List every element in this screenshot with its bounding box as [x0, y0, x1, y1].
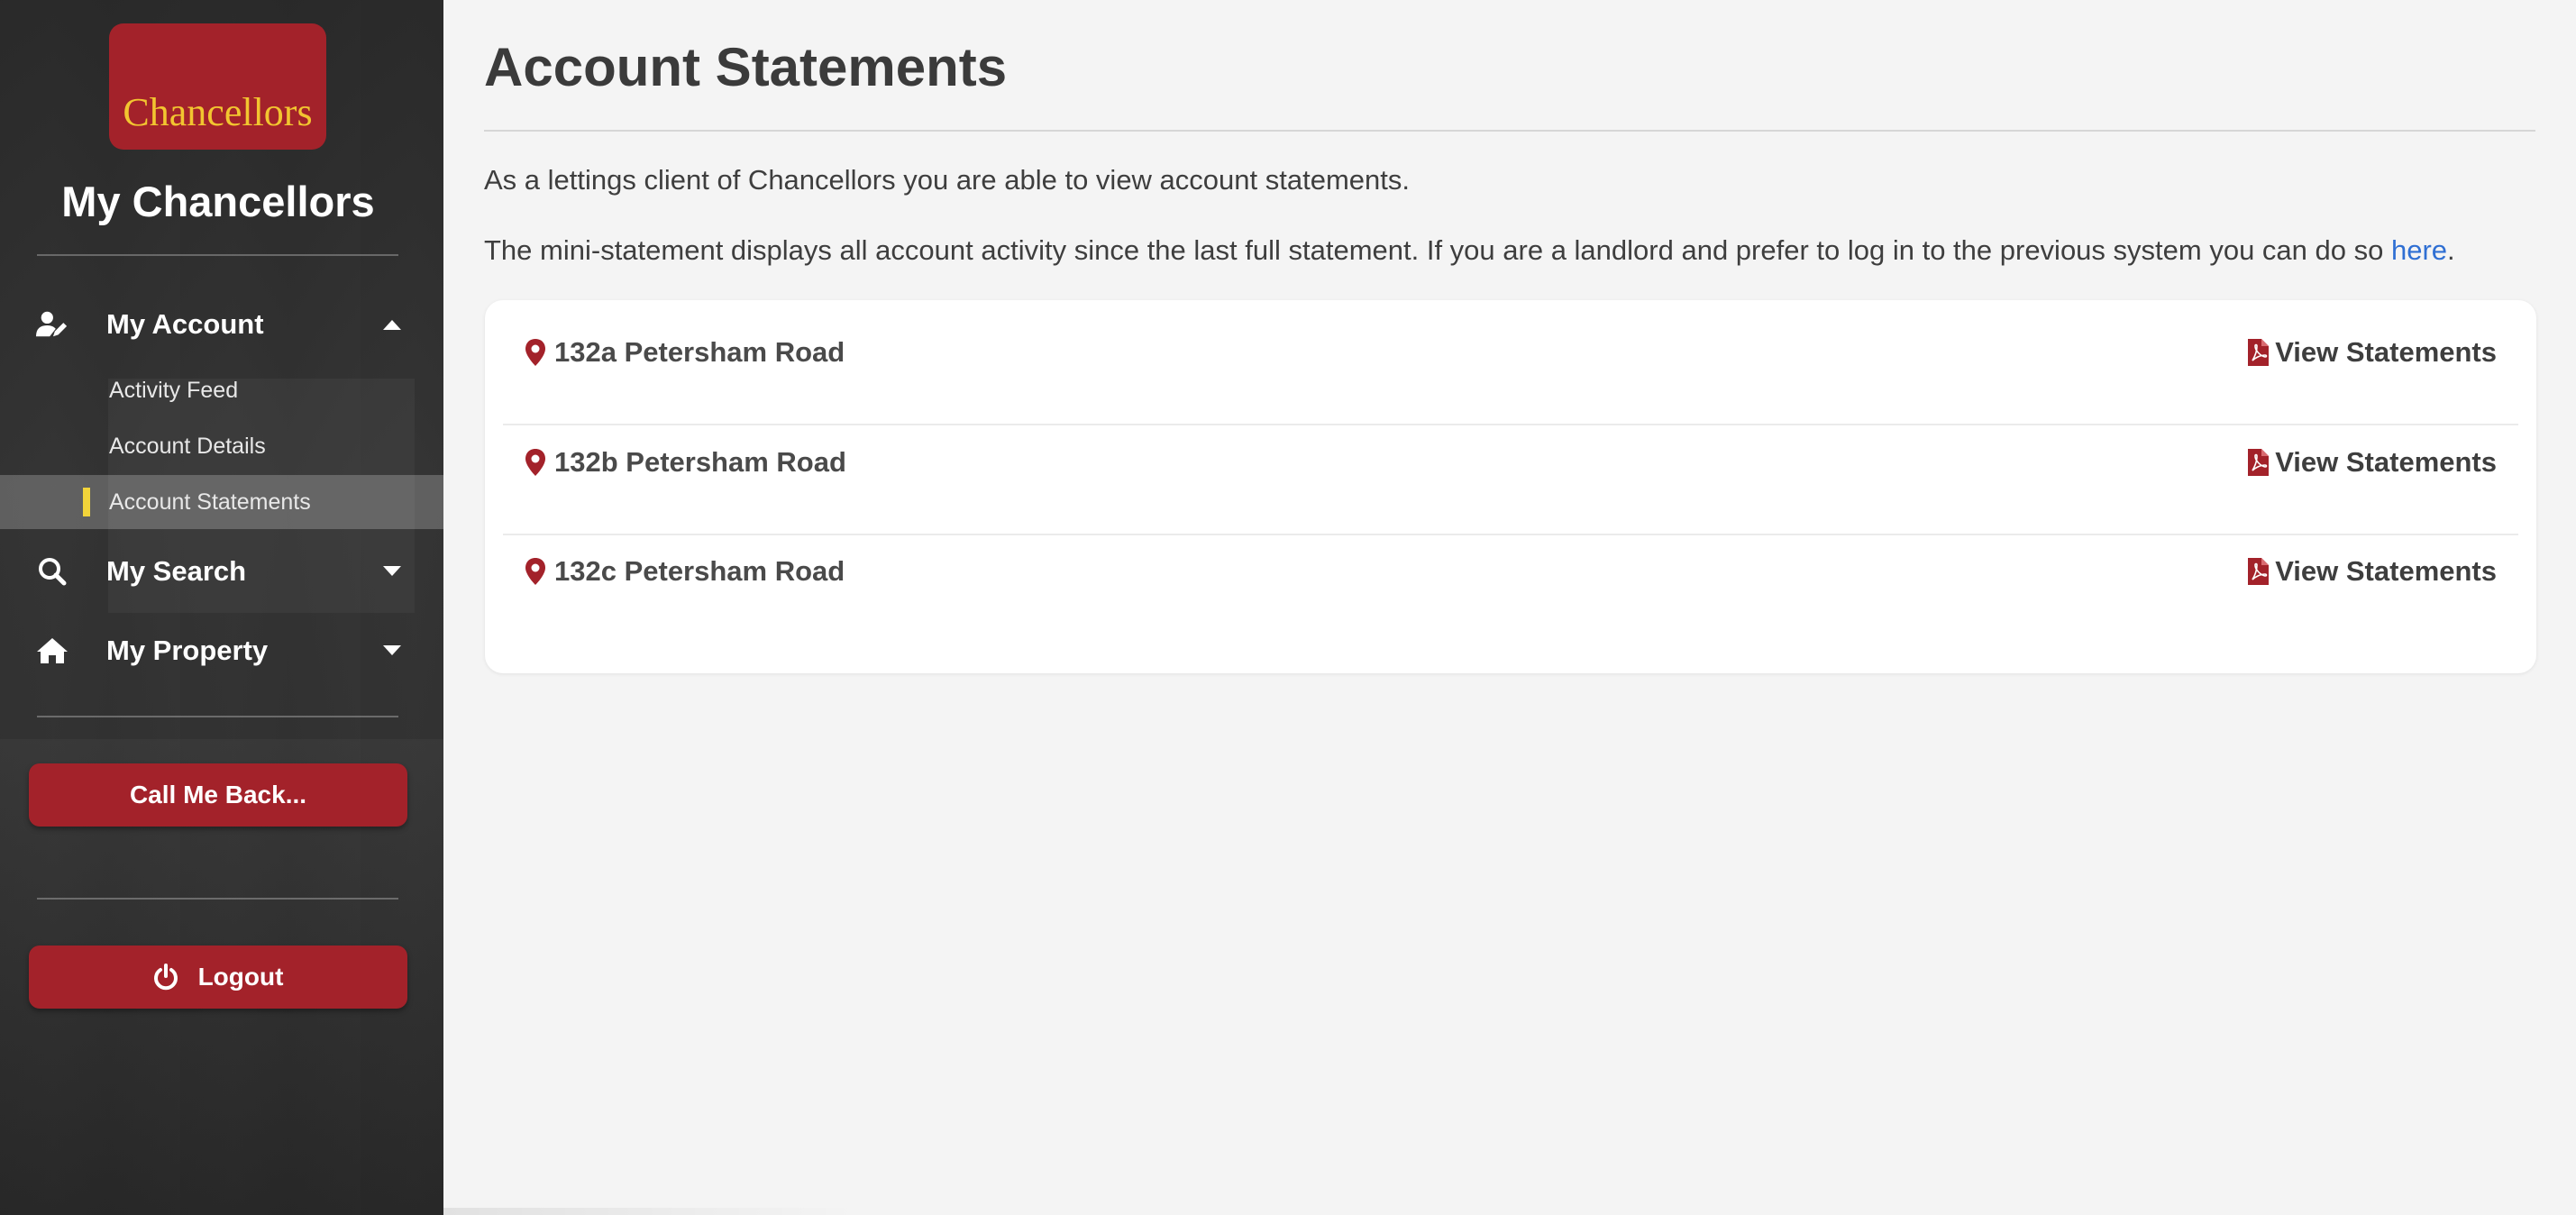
- page-title: Account Statements: [484, 37, 1008, 97]
- view-statements-label: View Statements: [2275, 336, 2497, 368]
- nav-sub-activity-feed[interactable]: Activity Feed: [0, 363, 443, 417]
- nav-my-property[interactable]: My Property: [0, 624, 443, 678]
- active-indicator: [83, 488, 90, 516]
- property-address: 132b Petersham Road: [525, 446, 846, 479]
- property-row: 132c Petersham Road View Statements: [503, 519, 2518, 628]
- view-statements-label: View Statements: [2275, 446, 2497, 478]
- home-icon: [36, 635, 69, 667]
- mini-statement-body: The mini-statement displays all account …: [484, 234, 2391, 266]
- view-statements-button[interactable]: View Statements: [2246, 555, 2497, 588]
- property-row: 132a Petersham Road View Statements: [503, 300, 2518, 409]
- bottom-shadow: [443, 1208, 858, 1215]
- chevron-down-icon: [383, 566, 401, 576]
- nav-label-my-account: My Account: [106, 308, 264, 340]
- nav-my-account[interactable]: My Account: [0, 297, 443, 352]
- user-edit-icon: [36, 308, 69, 341]
- sidebar-divider: [37, 898, 398, 900]
- previous-system-link[interactable]: here: [2391, 234, 2447, 266]
- nav-sub-account-statements[interactable]: Account Statements: [0, 475, 443, 529]
- search-icon: [36, 555, 69, 588]
- property-address: 132a Petersham Road: [525, 336, 845, 369]
- period: .: [2447, 234, 2455, 266]
- intro-text: As a lettings client of Chancellors you …: [484, 164, 1410, 196]
- nav-label-my-search: My Search: [106, 555, 247, 587]
- brand-title: My Chancellors: [61, 178, 375, 225]
- map-pin-icon: [525, 338, 546, 367]
- property-row: 132b Petersham Road View Statements: [503, 410, 2518, 519]
- address-text: 132c Petersham Road: [554, 555, 845, 587]
- pdf-file-icon: [2246, 448, 2270, 477]
- map-pin-icon: [525, 448, 546, 477]
- view-statements-label: View Statements: [2275, 555, 2497, 587]
- sidebar: Chancellors My Chancellors My Account Ac…: [0, 0, 443, 1215]
- address-text: 132a Petersham Road: [554, 336, 845, 368]
- chancellors-logo[interactable]: Chancellors: [109, 23, 326, 150]
- logo-text: Chancellors: [123, 90, 313, 134]
- address-text: 132b Petersham Road: [554, 446, 846, 478]
- nav-sub-label: Account Details: [109, 433, 266, 459]
- chevron-down-icon: [383, 645, 401, 655]
- nav-label-my-property: My Property: [106, 635, 269, 666]
- nav-sub-account-details[interactable]: Account Details: [0, 419, 443, 473]
- logout-label: Logout: [197, 963, 284, 991]
- nav-sub-label: Activity Feed: [109, 377, 239, 403]
- power-icon: [153, 964, 178, 991]
- view-statements-button[interactable]: View Statements: [2246, 446, 2497, 479]
- nav-my-search[interactable]: My Search: [0, 544, 443, 598]
- chevron-up-icon: [383, 320, 401, 330]
- main-content: Account Statements As a lettings client …: [443, 0, 2576, 1215]
- mini-statement-text: The mini-statement displays all account …: [484, 234, 2455, 267]
- call-me-back-label: Call Me Back...: [129, 781, 307, 808]
- properties-card: 132a Petersham Road View Statements 132b…: [485, 300, 2536, 673]
- sidebar-divider: [37, 254, 398, 256]
- pdf-file-icon: [2246, 557, 2270, 586]
- view-statements-button[interactable]: View Statements: [2246, 336, 2497, 369]
- pdf-file-icon: [2246, 338, 2270, 367]
- title-divider: [484, 130, 2535, 132]
- map-pin-icon: [525, 557, 546, 586]
- nav-sub-label: Account Statements: [109, 489, 311, 515]
- property-address: 132c Petersham Road: [525, 555, 845, 588]
- sidebar-divider: [37, 716, 398, 717]
- call-me-back-button[interactable]: Call Me Back...: [29, 763, 407, 827]
- logout-button[interactable]: Logout: [29, 946, 407, 1009]
